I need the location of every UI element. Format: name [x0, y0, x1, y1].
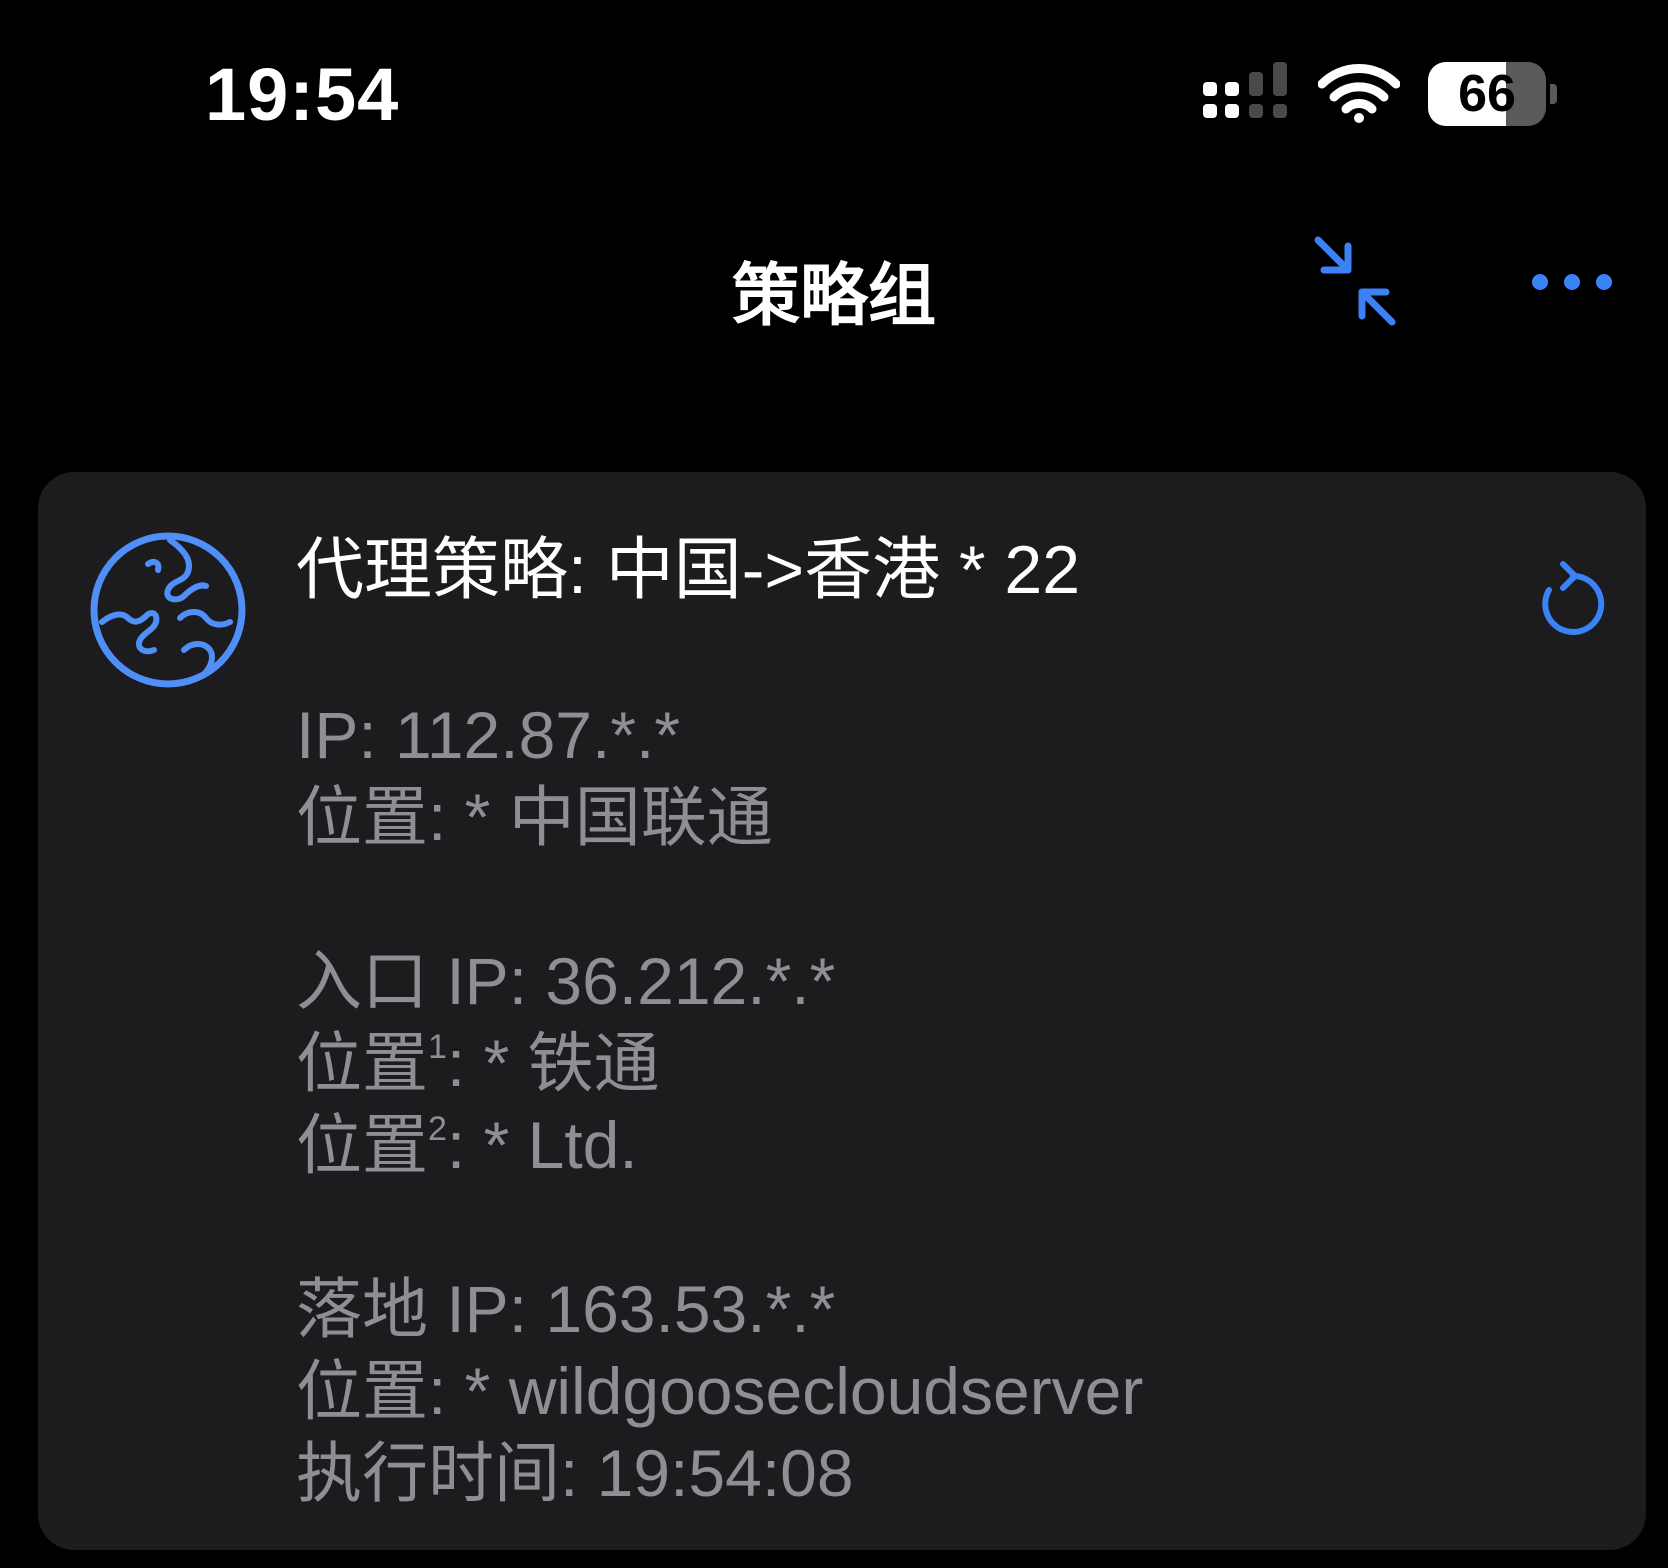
entry-location-1: 位置1: * 铁通: [296, 1022, 1143, 1104]
policy-group-card[interactable]: 代理策略: 中国->香港 * 22 IP: 112.87.*.* 位置: * 中…: [38, 472, 1646, 1550]
battery-body: 66: [1428, 62, 1546, 126]
entry-location-1-label: 位置: [296, 1026, 428, 1100]
status-time: 19:54: [205, 53, 400, 136]
proxy-ip: IP: 112.87.*.*: [296, 698, 681, 772]
battery-indicator: 66: [1428, 62, 1557, 126]
execution-time: 执行时间: 19:54:08: [296, 1436, 854, 1510]
wifi-icon: [1318, 64, 1400, 123]
entry-ip: 入口 IP: 36.212.*.*: [296, 944, 836, 1018]
policy-details: IP: 112.87.*.* 位置: * 中国联通 入口 IP: 36.212.…: [296, 694, 1143, 1514]
globe-icon: [90, 532, 246, 688]
entry-location-2-label: 位置: [296, 1108, 428, 1182]
collapse-arrows-icon: [1314, 236, 1396, 326]
page-title: 策略组: [731, 258, 936, 334]
entry-location-2-sup: 2: [428, 1110, 447, 1148]
refresh-button[interactable]: [1533, 552, 1613, 642]
landing-location: 位置: * wildgoosecloudserver: [296, 1354, 1144, 1428]
collapse-button[interactable]: [1300, 230, 1410, 340]
entry-location-2-value: : * Ltd.: [446, 1108, 638, 1182]
battery-cap: [1550, 84, 1557, 104]
refresh-icon: [1542, 561, 1605, 635]
entry-location-1-value: : * 铁通: [446, 1026, 660, 1100]
status-bar: 19:54 66: [0, 0, 1668, 190]
entry-location-2: 位置2: * Ltd.: [296, 1104, 1143, 1186]
policy-title: 代理策略: 中国->香港 * 22: [296, 532, 1081, 608]
more-options-button[interactable]: [1530, 260, 1620, 310]
ellipsis-icon: [1532, 274, 1612, 290]
battery-level-text: 66: [1458, 65, 1516, 123]
cellular-signal-icon: [1203, 62, 1287, 118]
proxy-location: 位置: * 中国联通: [296, 780, 773, 854]
landing-ip: 落地 IP: 163.53.*.*: [296, 1272, 836, 1346]
entry-location-1-sup: 1: [428, 1028, 447, 1066]
